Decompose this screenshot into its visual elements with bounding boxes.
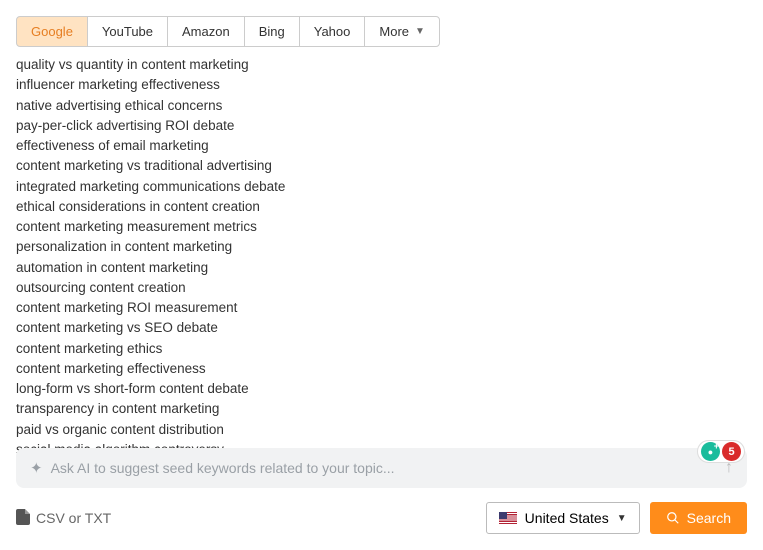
tab-youtube[interactable]: YouTube [87,16,168,47]
floating-badges[interactable]: 5 [697,440,745,463]
bottom-bar: CSV or TXT United States ▼ Search [16,502,747,534]
tab-label: More [379,24,409,39]
country-selector[interactable]: United States ▼ [486,502,640,534]
keyword-item: influencer marketing effectiveness [16,75,763,95]
search-button[interactable]: Search [650,502,747,534]
tab-yahoo[interactable]: Yahoo [299,16,366,47]
keyword-item: transparency in content marketing [16,399,763,419]
search-label: Search [687,510,731,526]
keyword-item: personalization in content marketing [16,237,763,257]
keyword-item: native advertising ethical concerns [16,96,763,116]
tab-label: Bing [259,24,285,39]
keyword-item: effectiveness of email marketing [16,136,763,156]
keyword-item: content marketing vs traditional adverti… [16,156,763,176]
search-icon [666,511,680,525]
tab-bing[interactable]: Bing [244,16,300,47]
upload-file-button[interactable]: CSV or TXT [16,509,111,528]
tab-google[interactable]: Google [16,16,88,47]
keyword-list[interactable]: quality vs quantity in content marketing… [16,55,763,460]
tab-more[interactable]: More ▼ [364,16,440,47]
count-badge[interactable]: 5 [722,442,741,461]
keyword-item: integrated marketing communications deba… [16,177,763,197]
keyword-item: content marketing effectiveness [16,359,763,379]
tab-label: Google [31,24,73,39]
keyword-item: paid vs organic content distribution [16,420,763,440]
keyword-item: long-form vs short-form content debate [16,379,763,399]
keyword-item: ethical considerations in content creati… [16,197,763,217]
keyword-item: automation in content marketing [16,258,763,278]
file-icon [16,509,30,528]
tab-label: Amazon [182,24,230,39]
add-badge-icon[interactable] [701,442,720,461]
search-engine-tabs: Google YouTube Amazon Bing Yahoo More ▼ [16,16,763,47]
tab-label: Yahoo [314,24,351,39]
tab-label: YouTube [102,24,153,39]
chevron-down-icon: ▼ [617,513,627,524]
keyword-item: quality vs quantity in content marketing [16,55,763,75]
keyword-item: pay-per-click advertising ROI debate [16,116,763,136]
keyword-item: content marketing ROI measurement [16,298,763,318]
keyword-item: content marketing vs SEO debate [16,318,763,338]
keyword-item: outsourcing content creation [16,278,763,298]
keyword-item: content marketing ethics [16,339,763,359]
flag-us-icon [499,512,517,524]
keyword-item: content marketing measurement metrics [16,217,763,237]
sparkle-icon: ✦ [30,459,43,477]
upload-label: CSV or TXT [36,510,111,526]
country-label: United States [525,510,609,526]
ai-prompt-input[interactable]: ✦ Ask AI to suggest seed keywords relate… [16,448,747,488]
prompt-placeholder: Ask AI to suggest seed keywords related … [51,460,395,476]
tab-amazon[interactable]: Amazon [167,16,245,47]
chevron-down-icon: ▼ [415,26,425,37]
